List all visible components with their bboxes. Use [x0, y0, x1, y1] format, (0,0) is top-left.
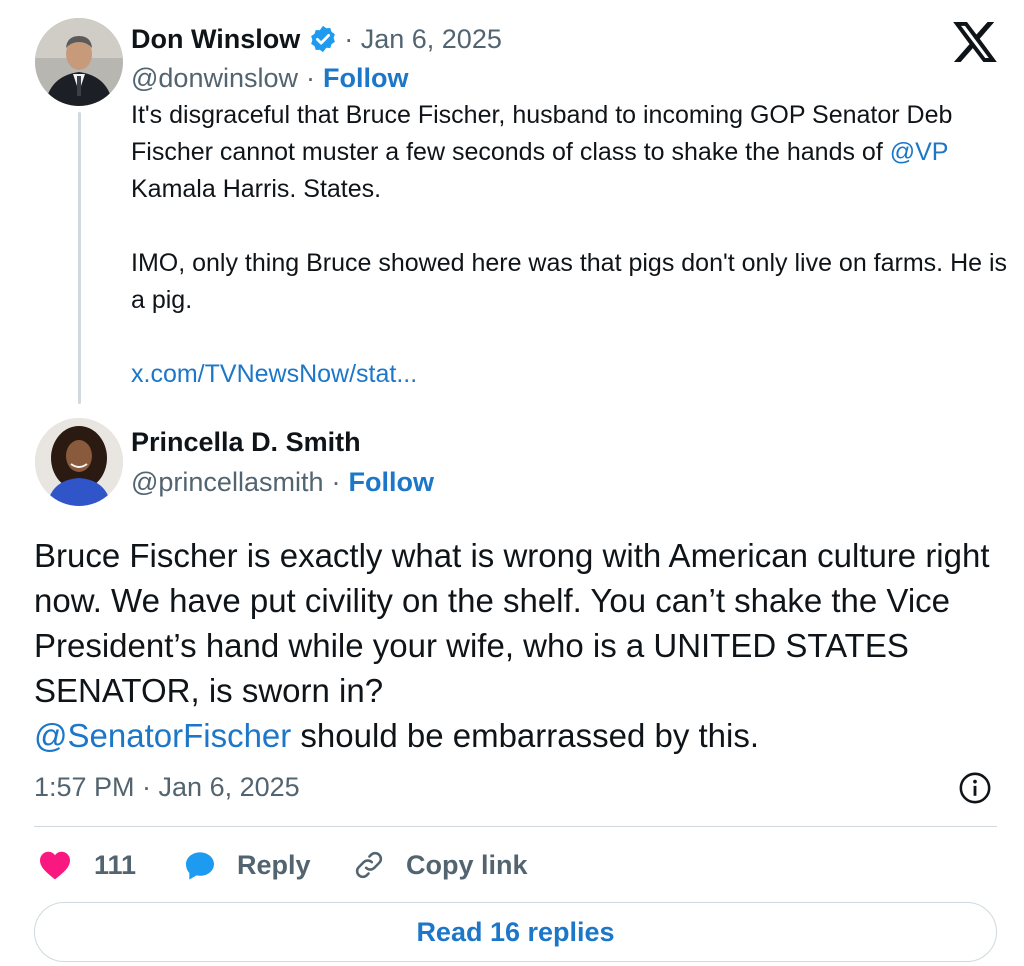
- separator-dot: ·: [331, 466, 341, 497]
- avatar[interactable]: [35, 418, 123, 506]
- divider: [34, 826, 997, 827]
- read-replies-button[interactable]: Read 16 replies: [34, 902, 997, 962]
- main-author-name[interactable]: Princella D. Smith: [131, 427, 361, 458]
- parent-text-part: Kamala Harris. States.: [131, 175, 382, 203]
- avatar[interactable]: [35, 18, 123, 106]
- reply-label: Reply: [237, 849, 311, 880]
- reply-button[interactable]: Reply: [183, 842, 311, 888]
- parent-paragraph-2: IMO, only thing Bruce showed here was th…: [131, 249, 1008, 314]
- parent-author-name[interactable]: Don Winslow: [131, 24, 300, 55]
- mention-link[interactable]: @VP: [890, 138, 948, 166]
- main-text-part: should be embarrassed by this.: [291, 717, 760, 754]
- follow-button[interactable]: Follow: [323, 63, 408, 94]
- thread-line: [78, 112, 81, 404]
- separator-dot: ·: [305, 62, 315, 93]
- main-tweet-text: Bruce Fischer is exactly what is wrong w…: [34, 533, 994, 758]
- x-logo-icon[interactable]: [953, 22, 997, 62]
- main-handle[interactable]: @princellasmith: [131, 467, 323, 498]
- like-count: 111: [94, 849, 137, 880]
- parent-date[interactable]: · Jan 6, 2025: [344, 24, 502, 55]
- read-replies-label: Read 16 replies: [416, 916, 615, 947]
- link-icon: [355, 851, 383, 879]
- copy-link-button[interactable]: Copy link: [352, 842, 528, 888]
- parent-text-part: It's disgraceful that Bruce Fischer, hus…: [131, 101, 953, 166]
- follow-button[interactable]: Follow: [348, 467, 433, 498]
- parent-handle[interactable]: @donwinslow: [131, 63, 298, 94]
- mention-link[interactable]: @SenatorFischer: [34, 717, 291, 754]
- tweet-timestamp[interactable]: 1:57 PM · Jan 6, 2025: [34, 772, 300, 803]
- like-button[interactable]: 111: [38, 842, 136, 888]
- url-link[interactable]: x.com/TVNewsNow/stat...: [131, 360, 417, 388]
- main-text-part: Bruce Fischer is exactly what is wrong w…: [34, 537, 990, 709]
- verified-badge-icon: [308, 24, 338, 54]
- copy-link-label: Copy link: [406, 849, 528, 880]
- parent-tweet-text: It's disgraceful that Bruce Fischer, hus…: [131, 97, 1011, 393]
- heart-icon: [40, 851, 70, 880]
- reply-bubble-icon: [186, 852, 214, 880]
- info-icon[interactable]: [958, 771, 992, 805]
